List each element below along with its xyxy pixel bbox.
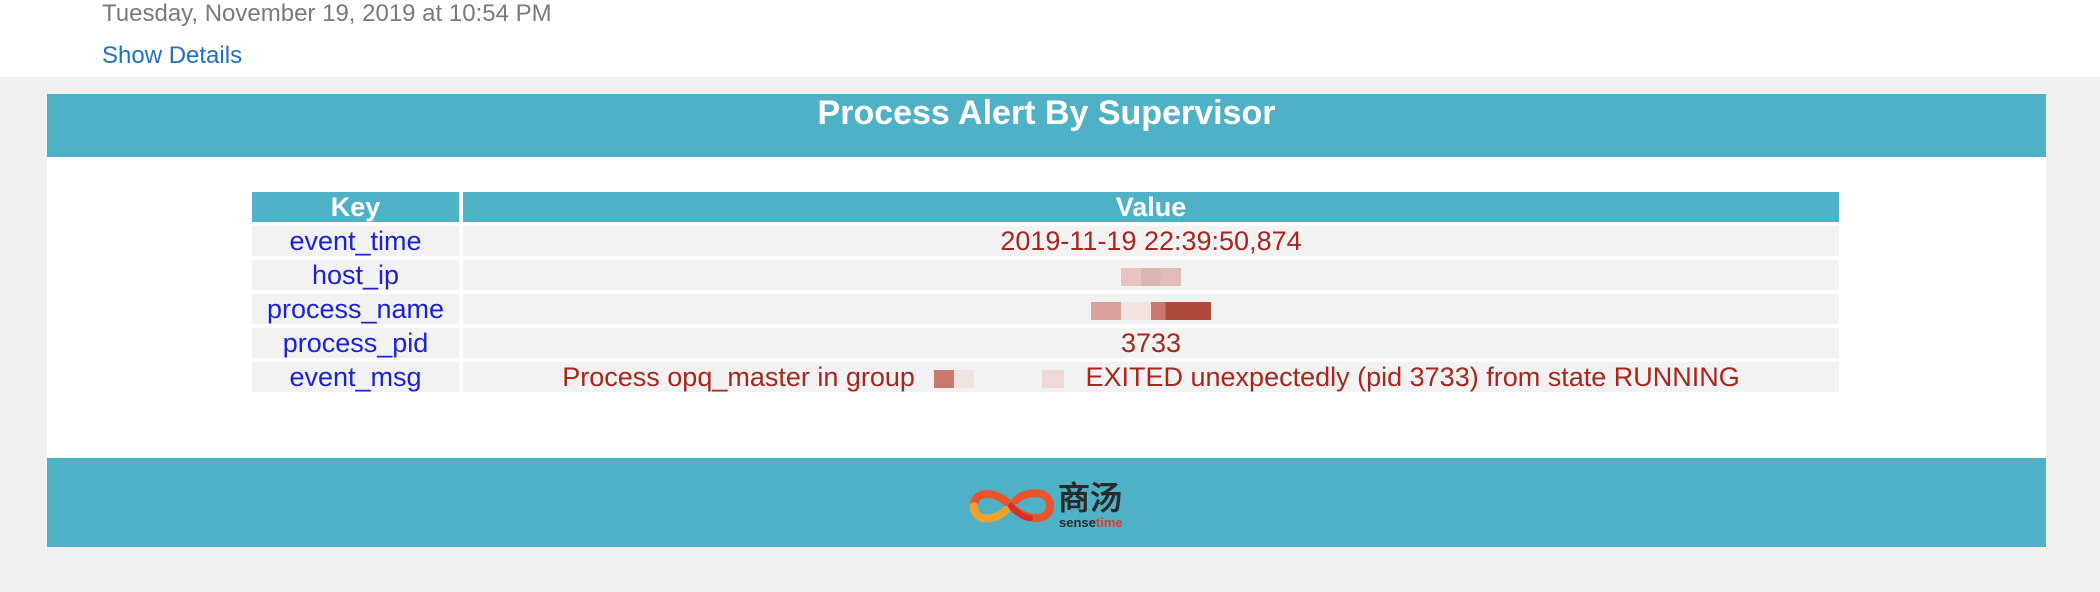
table-row: host_ip [252,260,1839,290]
header-key: Key [252,192,459,222]
row-value [463,260,1839,290]
row-key: process_pid [252,328,459,358]
infinity-logo-icon [970,489,1055,523]
footer-bar: 商汤 sensetime [47,458,2046,547]
mail-date: Tuesday, November 19, 2019 at 10:54 PM [102,0,552,27]
redacted-group-name [934,369,975,388]
event-msg-suffix: EXITED unexpectedly (pid 3733) from stat… [1085,362,1740,392]
logo-text-time: time [1095,515,1123,530]
row-value: Process opq_master in group EXITED unexp… [463,362,1839,392]
mail-header: Tuesday, November 19, 2019 at 10:54 PM S… [0,0,2100,77]
logo-chinese-text: 商汤 [1058,479,1123,517]
table-row: process_name [252,294,1839,324]
sensetime-logo: 商汤 sensetime [966,480,1146,530]
redacted-process-name [1091,301,1211,320]
show-details-link[interactable]: Show Details [102,41,242,71]
row-value: 2019-11-19 22:39:50,874 [463,226,1839,256]
redacted-group-name-tail [1041,369,1064,388]
table-row: event_time 2019-11-19 22:39:50,874 [252,226,1839,256]
logo-text-sense: sense [1059,515,1096,530]
key-value-table: Key Value event_time 2019-11-19 22:39:50… [248,188,1843,396]
title-bar: Process Alert By Supervisor [47,94,2046,157]
table-header-row: Key Value [252,192,1839,222]
row-value [463,294,1839,324]
alert-card: Process Alert By Supervisor Key Value ev… [47,94,2046,547]
row-key: event_time [252,226,459,256]
row-key: process_name [252,294,459,324]
row-key: event_msg [252,362,459,392]
logo-english-text: sensetime [1059,516,1123,530]
table-row: process_pid 3733 [252,328,1839,358]
header-value: Value [463,192,1839,222]
table-row: event_msg Process opq_master in group EX… [252,362,1839,392]
event-msg-prefix: Process opq_master in group [562,362,915,392]
alert-title: Process Alert By Supervisor [817,94,1276,132]
redacted-host-ip [1121,267,1181,286]
row-key: host_ip [252,260,459,290]
row-value: 3733 [463,328,1839,358]
